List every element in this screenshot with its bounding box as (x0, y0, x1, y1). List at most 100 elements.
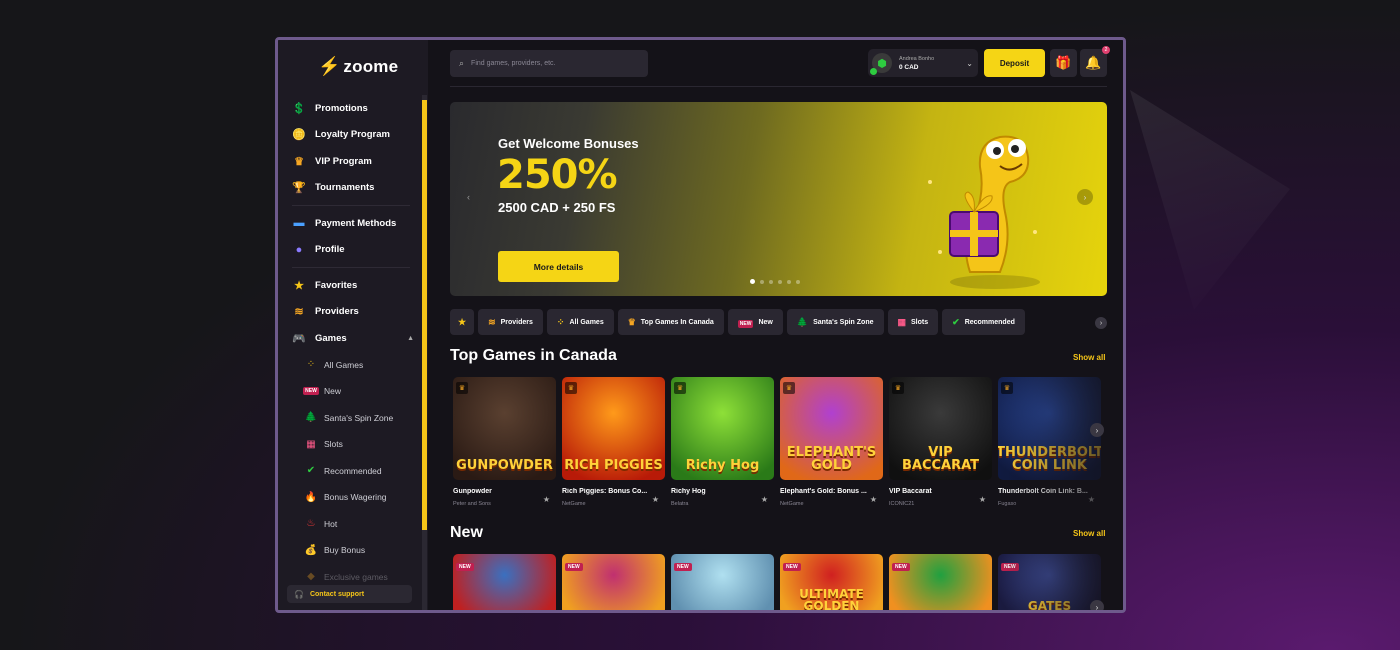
favorite-star-icon[interactable]: ★ (1088, 495, 1095, 504)
sidebar-item-vip-program[interactable]: ♛ VIP Program (292, 148, 414, 175)
sidebar-item-label: Payment Methods (315, 217, 397, 229)
game-title[interactable]: Elephant's Gold: Bonus ... (780, 488, 870, 495)
game-card[interactable]: ♛ GUNPOWDER Gunpowder Peter and Sons ★ (453, 377, 556, 507)
tab-favorites[interactable]: ★ (450, 309, 475, 335)
sidebar-item-favorites[interactable]: ★ Favorites (292, 272, 414, 299)
sidebar-scroll-thumb[interactable] (422, 100, 427, 530)
tab-recommended[interactable]: ✔ Recommended (942, 309, 1025, 335)
sidebar-item-providers[interactable]: ≋ Providers (292, 299, 414, 326)
banner-dot[interactable] (778, 279, 782, 284)
new-icon: NEW (737, 320, 754, 328)
tab-santa-s-spin-zone[interactable]: 🌲 Santa's Spin Zone (786, 309, 884, 335)
game-thumbnail[interactable]: ♛ Richy Hog (671, 377, 774, 480)
banner-dot[interactable] (796, 279, 800, 284)
game-card[interactable]: ♛ ELEPHANT'S GOLD Elephant's Gold: Bonus .… (780, 377, 883, 507)
sidebar-item-label: All Games (324, 359, 364, 370)
game-art-title: Richy Hog (685, 458, 760, 473)
banner-dot[interactable] (760, 279, 764, 284)
game-thumbnail[interactable]: NEW (671, 554, 774, 610)
sidebar-item-label: Recommended (324, 465, 382, 476)
favorite-star-icon[interactable]: ★ (652, 495, 659, 504)
game-card[interactable]: NEW ULTIMATE GOLDEN (780, 554, 883, 610)
background-decoration (1130, 90, 1290, 310)
game-card[interactable]: NEW GATES (998, 554, 1101, 610)
game-thumbnail[interactable]: NEW (889, 554, 992, 610)
game-thumbnail[interactable]: ♛ THUNDERBOLT COIN LINK (998, 377, 1101, 480)
more-details-button[interactable]: More details (498, 251, 619, 282)
sidebar-item-label: Tournaments (315, 182, 375, 194)
game-title[interactable]: Richy Hog (671, 488, 761, 495)
favorite-star-icon[interactable]: ★ (543, 495, 550, 504)
account-dropdown[interactable]: ⬢ Andrea Bonho 0 CAD ⌄ (868, 49, 978, 77)
show-all-top-games[interactable]: Show all (1073, 353, 1105, 362)
banner-next-icon[interactable]: › (1077, 189, 1093, 205)
game-card[interactable]: ♛ Richy Hog Richy Hog Belatra ★ (671, 377, 774, 507)
sidebar-item-all-games[interactable]: ⁘ All Games (292, 352, 414, 379)
deposit-button[interactable]: Deposit (984, 49, 1045, 77)
show-all-new[interactable]: Show all (1073, 529, 1105, 538)
sidebar-item-label: New (324, 386, 342, 397)
sidebar-item-payment-methods[interactable]: ▬ Payment Methods (292, 210, 414, 237)
game-thumbnail[interactable]: NEW (562, 554, 665, 610)
promo-banner[interactable]: ‹ Get Welcome Bonuses 250% 2500 CAD + 25… (450, 102, 1107, 296)
search-input[interactable]: ⌕ Find games, providers, etc. (450, 50, 648, 77)
tab-new[interactable]: NEW New (727, 309, 783, 335)
new-games-next-icon[interactable]: › (1090, 600, 1104, 610)
sidebar-item-buy-bonus[interactable]: 💰 Buy Bonus (292, 537, 414, 564)
sidebar-item-profile[interactable]: ● Profile (292, 237, 414, 264)
game-card[interactable]: NEW (453, 554, 556, 610)
star-icon: ★ (294, 279, 304, 292)
game-card[interactable]: NEW (562, 554, 665, 610)
game-title[interactable]: Gunpowder (453, 488, 543, 495)
sidebar-item-label: VIP Program (315, 155, 372, 167)
sidebar-item-hot[interactable]: ♨ Hot (292, 511, 414, 538)
tab-top-games-in-canada[interactable]: ♛ Top Games In Canada (617, 309, 724, 335)
notifications-button[interactable]: 🔔 2 (1080, 46, 1110, 77)
new-games-row: NEW NEW NEW NEW ULTIMATE GOLDEN NEW NEW GATES (453, 554, 1101, 610)
sidebar-item-promotions[interactable]: 💲 Promotions (292, 95, 414, 122)
crown-icon: ♛ (627, 316, 636, 327)
sidebar-item-slots[interactable]: ▦ Slots (292, 431, 414, 458)
sidebar-item-games[interactable]: 🎮 Games ▲ (292, 325, 414, 352)
tab-all-games[interactable]: ⁘ All Games (546, 309, 614, 335)
game-thumbnail[interactable]: ♛ GUNPOWDER (453, 377, 556, 480)
sidebar-item-santa-s-spin-zone[interactable]: 🌲 Santa's Spin Zone (292, 405, 414, 432)
contact-support-button[interactable]: 🎧 Contact support (287, 585, 412, 603)
game-card[interactable]: ♛ THUNDERBOLT COIN LINK Thunderbolt Coin L… (998, 377, 1101, 507)
game-card[interactable]: ♛ VIP BACCARAT VIP Baccarat ICONIC21 ★ (889, 377, 992, 507)
sidebar-item-new[interactable]: NEW New (292, 378, 414, 405)
new-badge: NEW (892, 563, 910, 571)
logo[interactable]: ⚡ zoome (318, 56, 398, 77)
favorite-star-icon[interactable]: ★ (870, 495, 877, 504)
favorite-star-icon[interactable]: ★ (979, 495, 986, 504)
tab-providers[interactable]: ≋ Providers (478, 309, 543, 335)
banner-dot[interactable] (787, 279, 791, 284)
game-card[interactable]: NEW (889, 554, 992, 610)
tab-slots[interactable]: ▦ Slots (887, 309, 939, 335)
tabs-next-icon[interactable]: › (1095, 317, 1107, 329)
game-thumbnail[interactable]: ♛ RICH PIGGIES (562, 377, 665, 480)
gift-button[interactable]: 🎁 (1050, 49, 1077, 77)
game-thumbnail[interactable]: ♛ VIP BACCARAT (889, 377, 992, 480)
sidebar-item-label: Loyalty Program (315, 129, 390, 141)
game-title[interactable]: VIP Baccarat (889, 488, 979, 495)
game-card[interactable]: NEW (671, 554, 774, 610)
game-thumbnail[interactable]: NEW ULTIMATE GOLDEN (780, 554, 883, 610)
game-thumbnail[interactable]: NEW GATES (998, 554, 1101, 610)
sidebar-item-loyalty-program[interactable]: 🪙 Loyalty Program (292, 122, 414, 149)
game-thumbnail[interactable]: ♛ ELEPHANT'S GOLD (780, 377, 883, 480)
favorite-star-icon[interactable]: ★ (761, 495, 768, 504)
sidebar-item-recommended[interactable]: ✔ Recommended (292, 458, 414, 485)
top-games-next-icon[interactable]: › (1090, 423, 1104, 437)
banner-dot[interactable] (750, 279, 755, 284)
banner-pagination[interactable] (750, 279, 800, 284)
game-title[interactable]: Rich Piggies: Bonus Co... (562, 488, 652, 495)
game-card[interactable]: ♛ RICH PIGGIES Rich Piggies: Bonus Co... Ne… (562, 377, 665, 507)
sidebar-item-bonus-wagering[interactable]: 🔥 Bonus Wagering (292, 484, 414, 511)
game-thumbnail[interactable]: NEW (453, 554, 556, 610)
tab-label: Slots (911, 318, 929, 326)
banner-prev-icon[interactable]: ‹ (467, 192, 470, 202)
game-title[interactable]: Thunderbolt Coin Link: B... (998, 488, 1088, 495)
sidebar-item-tournaments[interactable]: 🏆 Tournaments (292, 175, 414, 202)
banner-dot[interactable] (769, 279, 773, 284)
